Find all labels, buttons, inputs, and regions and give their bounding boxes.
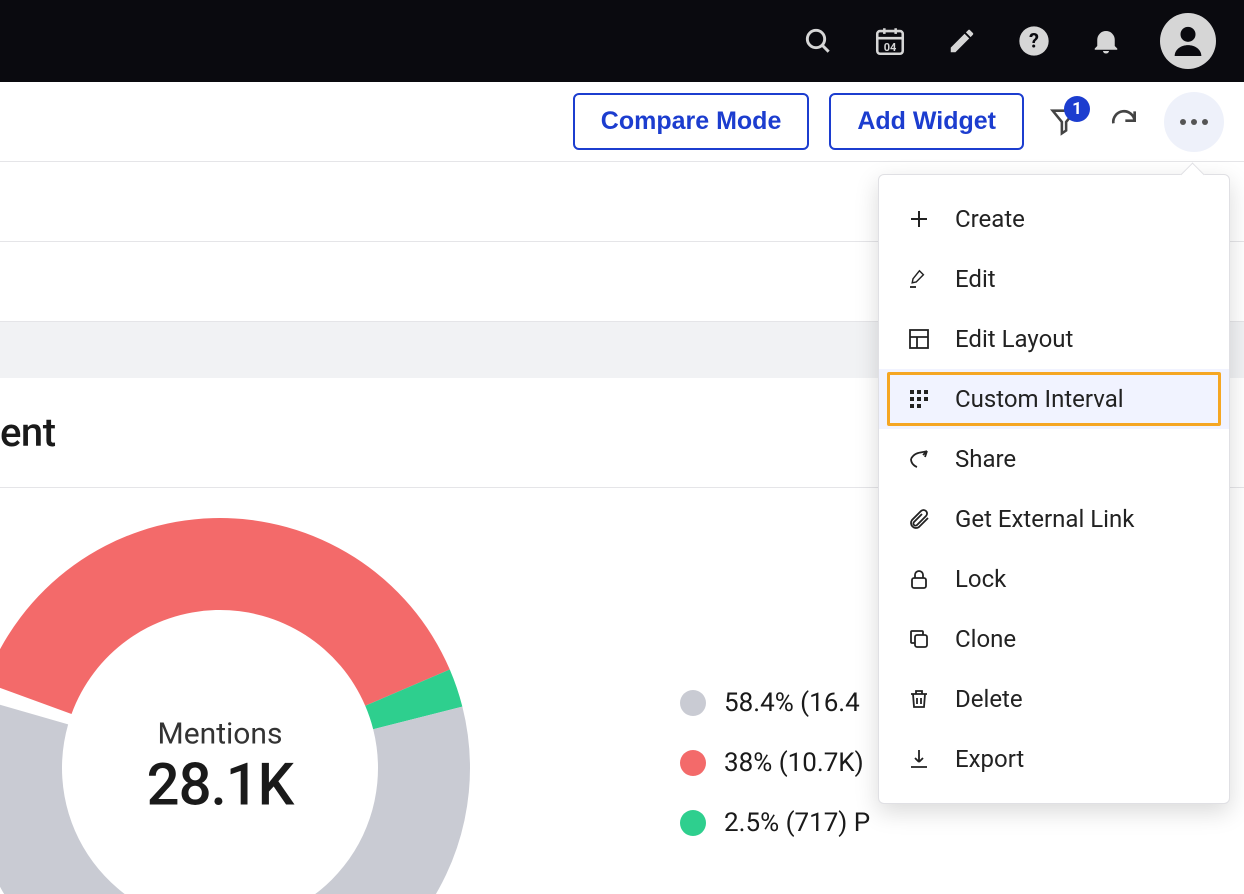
legend-item: 38% (10.7K)	[680, 748, 870, 778]
menu-item-get-external-link[interactable]: Get External Link	[879, 489, 1229, 549]
menu-item-label: Lock	[955, 565, 1006, 593]
share-arrow-icon	[905, 447, 933, 471]
global-header: 04 ?	[0, 0, 1244, 82]
trash-icon	[905, 687, 933, 711]
menu-item-label: Edit	[955, 265, 996, 293]
download-icon	[905, 747, 933, 771]
svg-text:?: ?	[1029, 29, 1039, 53]
legend-label: 58.4% (16.4	[724, 688, 860, 718]
notifications-icon[interactable]	[1088, 23, 1124, 59]
lock-icon	[905, 567, 933, 591]
layout-icon	[905, 327, 933, 351]
legend-label: 38% (10.7K)	[724, 748, 864, 778]
calendar-grid-icon	[905, 387, 933, 411]
menu-item-delete[interactable]: Delete	[879, 669, 1229, 729]
menu-item-label: Export	[955, 745, 1024, 773]
help-icon[interactable]: ?	[1016, 23, 1052, 59]
donut-center-value: 28.1K	[147, 752, 294, 820]
more-options-button[interactable]	[1164, 92, 1224, 152]
donut-chart: Mentions 28.1K	[0, 508, 480, 894]
calendar-icon[interactable]: 04	[872, 23, 908, 59]
menu-item-edit[interactable]: Edit	[879, 249, 1229, 309]
menu-item-label: Edit Layout	[955, 325, 1073, 353]
search-icon[interactable]	[800, 23, 836, 59]
donut-center-label: Mentions	[147, 717, 294, 752]
legend-swatch	[680, 750, 706, 776]
menu-item-share[interactable]: Share	[879, 429, 1229, 489]
clone-icon	[905, 627, 933, 651]
legend-item: 58.4% (16.4	[680, 688, 870, 718]
menu-item-label: Delete	[955, 685, 1023, 713]
legend-label: 2.5% (717) P	[724, 808, 870, 838]
menu-item-lock[interactable]: Lock	[879, 549, 1229, 609]
refresh-icon[interactable]	[1104, 102, 1144, 142]
menu-item-label: Share	[955, 445, 1016, 473]
menu-item-edit-layout[interactable]: Edit Layout	[879, 309, 1229, 369]
filter-count-badge: 1	[1064, 96, 1090, 122]
menu-item-label: Get External Link	[955, 505, 1134, 533]
menu-item-create[interactable]: Create	[879, 189, 1229, 249]
menu-item-export[interactable]: Export	[879, 729, 1229, 789]
user-avatar-icon[interactable]	[1160, 13, 1216, 69]
compare-mode-button[interactable]: Compare Mode	[573, 93, 810, 150]
section-title: ent	[0, 409, 56, 456]
menu-item-label: Clone	[955, 625, 1016, 653]
add-widget-button[interactable]: Add Widget	[829, 93, 1024, 150]
calendar-day-label: 04	[872, 41, 908, 54]
paperclip-icon	[905, 507, 933, 531]
pencil-line-icon	[905, 267, 933, 291]
edit-pencil-icon[interactable]	[944, 23, 980, 59]
more-options-menu: Create Edit Edit Layout Custom Interval Shar…	[878, 174, 1230, 804]
menu-item-custom-interval[interactable]: Custom Interval	[879, 369, 1229, 429]
chart-legend: 58.4% (16.4 38% (10.7K) 2.5% (717) P	[680, 688, 870, 838]
legend-item: 2.5% (717) P	[680, 808, 870, 838]
legend-swatch	[680, 690, 706, 716]
legend-swatch	[680, 810, 706, 836]
menu-item-label: Custom Interval	[955, 385, 1124, 413]
page-toolbar: Compare Mode Add Widget 1	[0, 82, 1244, 162]
plus-icon	[905, 207, 933, 231]
menu-item-clone[interactable]: Clone	[879, 609, 1229, 669]
menu-item-label: Create	[955, 205, 1025, 233]
